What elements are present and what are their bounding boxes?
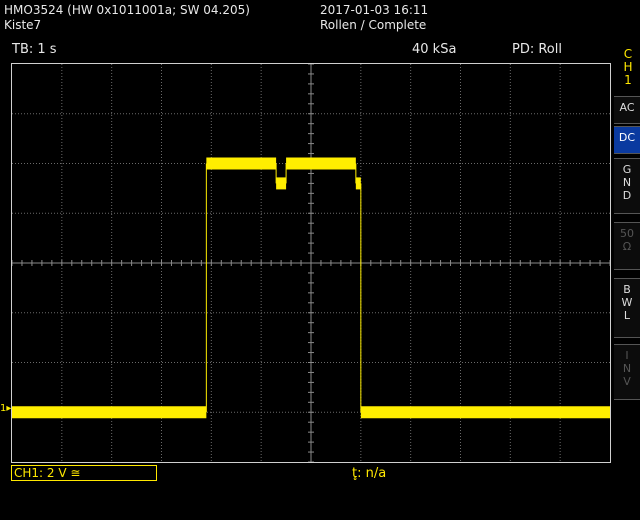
inv-letter: N — [622, 362, 632, 375]
bwl-letter: W — [621, 296, 633, 309]
coupling-gnd-button[interactable]: G N D — [614, 158, 640, 214]
status-bar: TB: 1 s 40 kSa PD: Roll — [0, 40, 612, 60]
gnd-letter: G — [622, 163, 632, 176]
bwl-letter: L — [623, 309, 631, 322]
scope-display[interactable] — [11, 63, 611, 463]
bwl-letter: B — [623, 283, 631, 296]
waveform-trace — [12, 157, 610, 419]
trace-segment — [12, 406, 207, 419]
inv-letter: V — [623, 375, 631, 388]
trace-segment — [355, 177, 361, 190]
device-info: HMO3524 (HW 0x1011001a; SW 04.205) — [4, 3, 250, 17]
trigger-info: t̥: n/a — [352, 466, 387, 481]
peak-detect-label[interactable]: PD: Roll — [512, 42, 562, 57]
coupling-ac-button[interactable]: AC — [614, 96, 640, 124]
ohm-icon: Ω — [622, 240, 632, 253]
timebase-label[interactable]: TB: 1 s — [12, 42, 57, 57]
trace-segment — [360, 406, 610, 419]
trace-segment — [206, 157, 277, 170]
acquisition-mode: Rollen / Complete — [320, 18, 427, 32]
channel-label: C H 1 — [616, 48, 640, 87]
gnd-letter: N — [622, 176, 632, 189]
trace-segment — [276, 177, 287, 190]
gnd-letter: D — [622, 189, 632, 202]
inv-letter: I — [625, 349, 629, 362]
invert-button[interactable]: I N V — [614, 344, 640, 400]
channel-label-line: 1 — [624, 73, 632, 87]
datetime: 2017-01-03 16:11 — [320, 3, 429, 17]
coupling-dc-button[interactable]: DC — [614, 126, 640, 154]
channel-settings-box[interactable]: CH1: 2 V ≅ — [11, 465, 157, 481]
bandwidth-limit-button[interactable]: B W L — [614, 278, 640, 338]
channel-level-marker[interactable]: 1▸ — [0, 403, 11, 414]
impedance-50-button[interactable]: 50 Ω — [614, 222, 640, 270]
device-name: Kiste7 — [4, 18, 42, 32]
sample-rate-label: 40 kSa — [412, 42, 457, 57]
impedance-value: 50 — [620, 227, 634, 240]
trace-segment — [286, 157, 356, 170]
